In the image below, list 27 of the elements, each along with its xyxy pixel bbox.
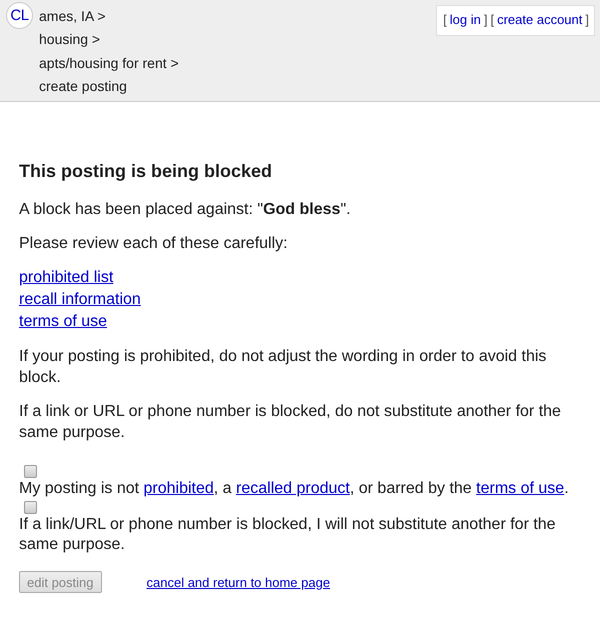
review-prompt: Please review each of these carefully: — [19, 234, 289, 254]
inline-link[interactable]: recalled product — [236, 480, 350, 497]
breadcrumb-link[interactable]: ames, IA > — [39, 8, 106, 24]
review-link[interactable]: terms of use — [19, 311, 108, 333]
inline-link[interactable]: prohibited — [144, 480, 214, 497]
review-link[interactable]: recall information — [19, 289, 141, 311]
block-notice: A block has been placed against: "God bless". — [19, 200, 352, 220]
breadcrumb-current: create posting — [39, 78, 127, 94]
agreement-text: If a link/URL or phone number is blocked, I will not substitute another for the same purpose. — [19, 515, 557, 555]
create-account-link[interactable]: create account — [497, 12, 582, 27]
bracket-text: ] — [484, 12, 488, 27]
breadcrumb-link[interactable]: housing > — [39, 31, 100, 48]
inline-link[interactable]: terms of use — [476, 480, 564, 497]
bracket-text: [ — [443, 12, 447, 27]
cancel-link[interactable]: cancel and return to home page — [146, 574, 330, 590]
log-in-link[interactable]: log in — [450, 12, 481, 27]
breadcrumb-link[interactable]: apts/housing for rent > — [39, 54, 179, 71]
site-logo[interactable]: CL — [6, 2, 33, 30]
agreement-text: My posting is not prohibited, a recalled product, or barred by the terms of use. — [19, 479, 569, 499]
bracket-text: [ — [490, 12, 494, 27]
warning-text: If your posting is prohibited, do not adjust the wording in order to avoid this block. — [19, 347, 548, 388]
warning-text: If a link or URL or phone number is blocked, do not substitute another for the same purpose. — [19, 402, 562, 443]
bracket-text: ] — [585, 12, 589, 27]
checkbox[interactable] — [24, 465, 37, 478]
review-link[interactable]: prohibited list — [19, 267, 114, 289]
checkbox[interactable] — [24, 501, 37, 514]
page-heading: This posting is being blocked — [19, 160, 274, 182]
